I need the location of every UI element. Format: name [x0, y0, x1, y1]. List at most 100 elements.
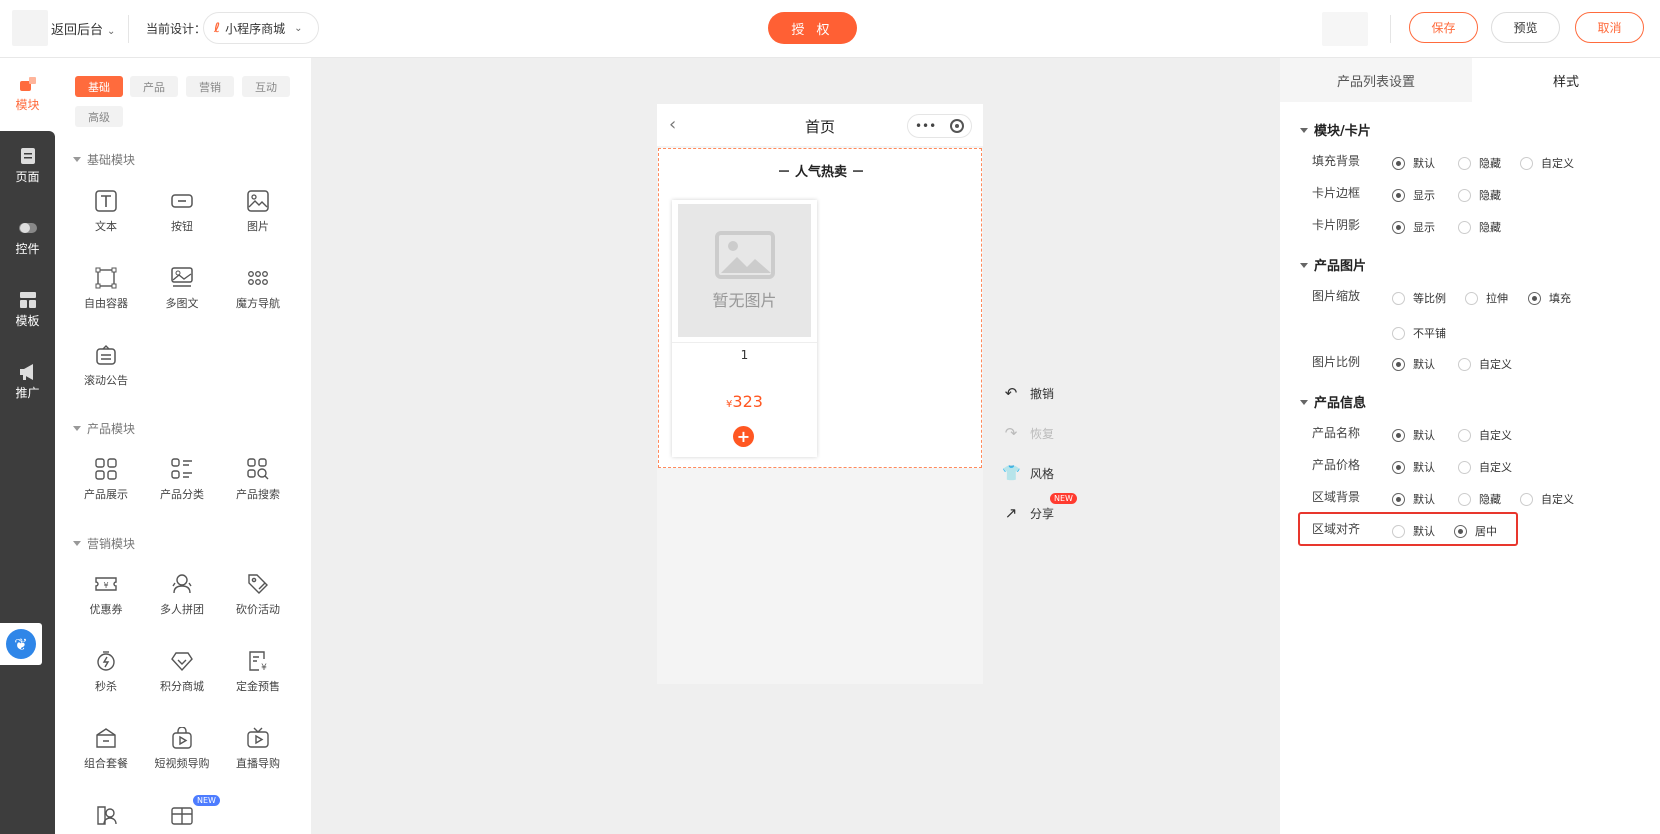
component-product-search[interactable]: 产品搜索: [223, 458, 293, 502]
tab-style[interactable]: 样式: [1472, 58, 1660, 102]
design-select[interactable]: ℓ 小程序商城 ⌄: [203, 12, 319, 44]
logo: [12, 10, 48, 46]
rail-item-module[interactable]: 模块: [0, 76, 55, 113]
module-icon: [19, 77, 36, 91]
component-text[interactable]: 文本: [71, 190, 141, 234]
tab-interaction[interactable]: 互动: [242, 76, 290, 97]
undo-button[interactable]: ↶ 撤销: [1002, 384, 1054, 402]
product-card[interactable]: 暂无图片 1 ¥323 +: [672, 200, 817, 457]
close-target-icon[interactable]: [950, 119, 965, 133]
component-cube-nav[interactable]: 魔方导航: [223, 267, 293, 311]
component-scroll-notice[interactable]: 滚动公告: [71, 344, 141, 388]
more-icon[interactable]: •••: [915, 119, 936, 133]
preview-button[interactable]: 预览: [1491, 12, 1560, 43]
radio-circle: [1520, 156, 1533, 170]
share-button[interactable]: ↗ 分享: [1002, 504, 1054, 522]
component-label: 文本: [95, 220, 117, 233]
cancel-button[interactable]: 取消: [1575, 12, 1644, 43]
radio-name-custom[interactable]: 自定义: [1458, 427, 1512, 443]
radio-ratio-custom[interactable]: 自定义: [1458, 356, 1512, 372]
group-product-image[interactable]: 产品图片: [1300, 255, 1366, 274]
tab-marketing[interactable]: 营销: [186, 76, 234, 97]
component-image[interactable]: 图片: [223, 190, 293, 234]
component-product-category[interactable]: 产品分类: [147, 458, 217, 502]
style-button[interactable]: 👕 风格: [1002, 464, 1054, 482]
shirt-icon: 👕: [1002, 464, 1021, 482]
tab-product[interactable]: 产品: [130, 76, 178, 97]
radio-card-border-hide[interactable]: 隐藏: [1458, 187, 1501, 203]
group-module-card[interactable]: 模块/卡片: [1300, 120, 1371, 139]
style-label: 风格: [1030, 466, 1055, 481]
back-to-admin-link[interactable]: 返回后台 ⌄: [51, 19, 115, 38]
radio-fill-bg-hidden[interactable]: 隐藏: [1458, 155, 1501, 171]
section-product-title[interactable]: 产品模块: [73, 420, 135, 437]
component-free-container[interactable]: 自由容器: [71, 267, 141, 311]
rail-item-label: 控件: [15, 242, 40, 256]
radio-circle: [1392, 428, 1405, 442]
avatar[interactable]: [1322, 12, 1368, 46]
tab-advanced[interactable]: 高级: [75, 106, 123, 127]
component-extra-1[interactable]: [71, 804, 141, 832]
radio-scale-fill[interactable]: 填充: [1528, 290, 1571, 306]
add-to-cart-button[interactable]: +: [733, 426, 754, 447]
radio-area-bg-default[interactable]: 默认: [1392, 491, 1435, 507]
radio-scale-stretch[interactable]: 拉伸: [1465, 290, 1508, 306]
component-combo[interactable]: 组合套餐: [71, 727, 141, 771]
rail-item-promotion[interactable]: 推广: [0, 364, 55, 401]
image-icon: [247, 190, 269, 212]
product-list-module[interactable]: － 人气热卖 － 暂无图片 1 ¥323 +: [658, 148, 982, 468]
component-live-shopping[interactable]: 直播导购: [223, 727, 293, 771]
support-float-button[interactable]: ❦: [0, 623, 42, 665]
component-extra-2[interactable]: [147, 804, 217, 832]
radio-name-default[interactable]: 默认: [1392, 427, 1435, 443]
radio-ratio-default[interactable]: 默认: [1392, 356, 1435, 372]
radio-card-shadow-show[interactable]: 显示: [1392, 219, 1435, 235]
mini-program-capsule[interactable]: •••: [907, 114, 972, 138]
save-button[interactable]: 保存: [1409, 12, 1478, 43]
radio-label: 默认: [1413, 525, 1435, 538]
component-flash-sale[interactable]: 秒杀: [71, 650, 141, 694]
radio-card-shadow-hide[interactable]: 隐藏: [1458, 219, 1501, 235]
component-group-buy[interactable]: 多人拼团: [147, 573, 217, 617]
label-image-scale: 图片缩放: [1312, 289, 1361, 303]
svg-text:¥: ¥: [261, 663, 267, 672]
redo-button[interactable]: ↷ 恢复: [1002, 424, 1054, 442]
component-button[interactable]: 按钮: [147, 190, 217, 234]
radio-circle: [1392, 188, 1405, 202]
component-points-mall[interactable]: 积分商城: [147, 650, 217, 694]
rail-item-template[interactable]: 模板: [0, 292, 55, 329]
label-image-ratio: 图片比例: [1312, 355, 1361, 369]
radio-circle: [1392, 460, 1405, 474]
rail-item-control[interactable]: 控件: [0, 220, 55, 257]
radio-circle: [1392, 220, 1405, 234]
component-multi-image-text[interactable]: 多图文: [147, 267, 217, 311]
radio-circle: [1392, 524, 1405, 538]
radio-area-bg-custom[interactable]: 自定义: [1520, 491, 1574, 507]
radio-price-custom[interactable]: 自定义: [1458, 459, 1512, 475]
radio-card-border-show[interactable]: 显示: [1392, 187, 1435, 203]
component-product-display[interactable]: 产品展示: [71, 458, 141, 502]
radio-fill-bg-default[interactable]: 默认: [1392, 155, 1435, 171]
radio-align-center[interactable]: 居中: [1454, 523, 1497, 539]
tab-basic[interactable]: 基础: [75, 76, 123, 97]
radio-price-default[interactable]: 默认: [1392, 459, 1435, 475]
radio-area-bg-hidden[interactable]: 隐藏: [1458, 491, 1501, 507]
authorize-button[interactable]: 授 权: [768, 12, 857, 44]
radio-fill-bg-custom[interactable]: 自定义: [1520, 155, 1574, 171]
component-coupon[interactable]: ¥ 优惠券: [71, 573, 141, 617]
section-basic-title[interactable]: 基础模块: [73, 151, 135, 168]
section-marketing-title[interactable]: 营销模块: [73, 535, 135, 552]
component-short-video[interactable]: 短视频导购: [147, 727, 217, 771]
diamond-icon: [171, 652, 193, 672]
radio-label: 填充: [1549, 292, 1571, 305]
rail-item-page[interactable]: 页面: [0, 148, 55, 185]
radio-label: 隐藏: [1479, 157, 1501, 170]
radio-scale-proportional[interactable]: 等比例: [1392, 290, 1446, 306]
group-product-info[interactable]: 产品信息: [1300, 392, 1366, 411]
rail-item-label: 模板: [15, 314, 40, 328]
component-bargain[interactable]: 砍价活动: [223, 573, 293, 617]
radio-scale-no-tile[interactable]: 不平铺: [1392, 325, 1446, 341]
component-deposit-presale[interactable]: ¥ 定金预售: [223, 650, 293, 694]
tab-product-list-settings[interactable]: 产品列表设置: [1280, 58, 1472, 102]
radio-align-default[interactable]: 默认: [1392, 523, 1435, 539]
